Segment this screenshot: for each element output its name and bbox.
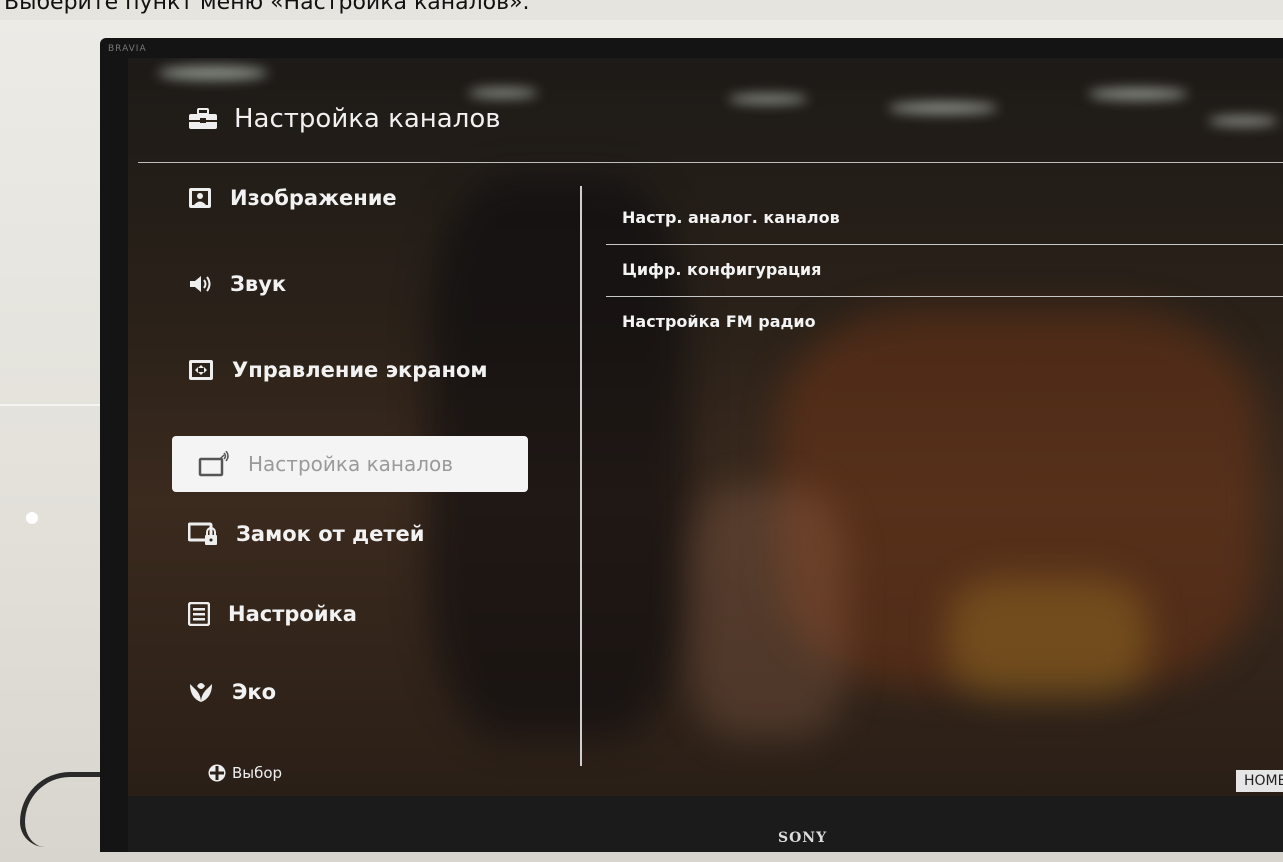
select-hint: Выбор <box>208 764 282 782</box>
sidebar-item-child-lock[interactable]: Замок от детей <box>188 522 425 546</box>
sidebar-item-label: Замок от детей <box>236 522 425 546</box>
reflection-shelves <box>948 578 1148 698</box>
wall-line <box>0 404 110 406</box>
sony-logo: SONY <box>778 830 828 846</box>
wall-dot <box>26 512 38 524</box>
sidebar-item-screen-control[interactable]: Управление экраном <box>188 358 488 382</box>
dpad-icon <box>208 764 226 782</box>
eco-leaf-icon <box>190 683 212 702</box>
menu-header: Настройка каналов <box>188 104 501 134</box>
settings-list-icon <box>188 602 210 626</box>
tv-antenna-icon <box>198 451 229 477</box>
child-lock-icon <box>188 522 217 545</box>
submenu-item-fm-radio[interactable]: Настройка FM радио <box>622 312 816 331</box>
reflection-glare <box>1088 88 1188 100</box>
sidebar-item-label: Настройка <box>228 602 357 626</box>
tv-screen: Настройка каналов Изображение Звук Управ… <box>128 58 1283 796</box>
reflection-glare <box>1208 116 1278 126</box>
select-hint-label: Выбор <box>232 764 283 782</box>
page-title: Настройка каналов <box>234 104 501 134</box>
sidebar-item-settings[interactable]: Настройка <box>188 602 357 626</box>
bezel-label: BRAVIA <box>108 44 147 54</box>
sidebar-item-picture[interactable]: Изображение <box>188 186 397 210</box>
sidebar-item-channel-setup[interactable]: Настройка каналов <box>172 436 528 492</box>
submenu-item-analog-setup[interactable]: Настр. аналог. каналов <box>622 208 840 227</box>
reflection-glare <box>468 88 538 98</box>
sidebar-item-eco[interactable]: Эко <box>188 680 276 704</box>
submenu-item-digital-config[interactable]: Цифр. конфигурация <box>622 260 821 279</box>
picture-icon <box>189 188 211 208</box>
sidebar-item-label: Настройка каналов <box>248 452 454 476</box>
bottom-bezel: SONY <box>128 796 1283 852</box>
header-divider <box>138 162 1283 163</box>
reflection-glare <box>728 94 808 104</box>
submenu-divider <box>606 244 1283 245</box>
screen-control-icon <box>189 360 213 380</box>
tv-frame: BRAVIA Настройка каналов Изображение Зву… <box>100 38 1283 852</box>
sidebar-item-label: Управление экраном <box>232 358 488 382</box>
toolbox-icon <box>189 108 217 129</box>
column-divider <box>580 186 582 766</box>
sidebar-item-label: Эко <box>232 680 277 704</box>
submenu-divider <box>606 296 1283 297</box>
home-button[interactable]: HOME <box>1236 770 1283 792</box>
sidebar-item-label: Звук <box>230 272 287 296</box>
instruction-caption: Выберите пункт меню «Настройка каналов». <box>4 0 530 15</box>
sidebar-item-label: Изображение <box>230 186 397 210</box>
sidebar-item-sound[interactable]: Звук <box>188 272 286 296</box>
reflection-glare <box>158 66 268 80</box>
reflection-glare <box>888 102 998 114</box>
speaker-icon <box>190 276 211 292</box>
reflection-floor <box>688 488 848 738</box>
